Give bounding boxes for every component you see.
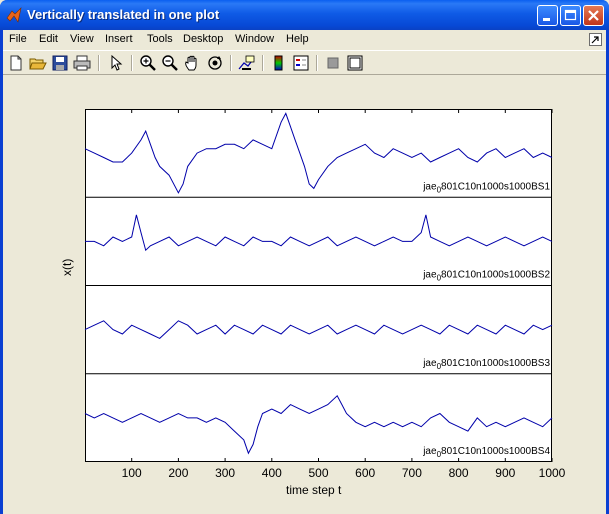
zoom-in-icon bbox=[140, 55, 156, 71]
x-tick-label: 100 bbox=[122, 466, 142, 480]
window-title: Vertically translated in one plot bbox=[27, 7, 220, 22]
maximize-button[interactable] bbox=[560, 5, 581, 26]
toolbar-separator bbox=[316, 55, 318, 71]
pointer-button[interactable] bbox=[107, 54, 125, 72]
zoom-out-icon bbox=[162, 55, 178, 71]
minimize-icon bbox=[543, 18, 550, 21]
series-line-3 bbox=[84, 320, 553, 339]
rotate-3d-button[interactable] bbox=[206, 54, 224, 72]
figure-window: Vertically translated in one plot File E… bbox=[0, 0, 609, 514]
menu-desktop[interactable]: Desktop bbox=[183, 33, 223, 45]
x-tick-label: 400 bbox=[262, 466, 282, 480]
print-icon bbox=[73, 55, 91, 71]
save-icon bbox=[52, 55, 68, 71]
close-icon bbox=[588, 10, 599, 21]
x-tick-label: 700 bbox=[402, 466, 422, 480]
x-tick-label: 300 bbox=[215, 466, 235, 480]
legend-icon bbox=[293, 55, 309, 71]
save-button[interactable] bbox=[51, 54, 69, 72]
menu-file[interactable]: File bbox=[9, 33, 27, 45]
menu-help[interactable]: Help bbox=[286, 33, 309, 45]
show-plot-tools-button[interactable] bbox=[346, 54, 364, 72]
pointer-icon bbox=[111, 54, 123, 71]
series-label-1: jae0801C10n1000s1000BS1 bbox=[422, 181, 550, 194]
dock-figure-button[interactable] bbox=[589, 33, 602, 46]
new-figure-icon bbox=[10, 55, 22, 71]
x-tick-label: 1000 bbox=[539, 466, 566, 480]
show-plot-tools-icon bbox=[347, 55, 363, 71]
menu-tools[interactable]: Tools bbox=[147, 33, 173, 45]
print-button[interactable] bbox=[73, 54, 91, 72]
y-axis-label: x(t) bbox=[60, 258, 74, 276]
open-file-icon bbox=[29, 58, 47, 70]
colorbar-button[interactable] bbox=[270, 54, 288, 72]
minimize-button[interactable] bbox=[537, 5, 558, 26]
x-axis-label: time step t bbox=[286, 483, 342, 497]
line-plot: jae0801C10n1000s1000BS1 jae0801C10n1000s1… bbox=[84, 109, 566, 480]
dock-arrow-icon bbox=[591, 36, 599, 44]
series-line-4 bbox=[84, 394, 553, 455]
open-file-button[interactable] bbox=[29, 54, 47, 72]
menu-insert[interactable]: Insert bbox=[105, 33, 133, 45]
maximize-icon bbox=[564, 9, 577, 21]
pan-button[interactable] bbox=[183, 54, 201, 72]
toolbar-separator bbox=[230, 55, 232, 71]
menu-view[interactable]: View bbox=[70, 33, 94, 45]
menu-edit[interactable]: Edit bbox=[39, 33, 58, 45]
new-figure-button[interactable] bbox=[7, 54, 25, 72]
matlab-logo-icon bbox=[6, 7, 22, 23]
legend-button[interactable] bbox=[292, 54, 310, 72]
menu-bar: File Edit View Insert Tools Desktop Wind… bbox=[3, 30, 606, 50]
hide-plot-tools-button[interactable] bbox=[324, 54, 342, 72]
x-tick-label: 200 bbox=[168, 466, 188, 480]
x-tick-label: 600 bbox=[355, 466, 375, 480]
figure-canvas: jae0801C10n1000s1000BS1 jae0801C10n1000s1… bbox=[3, 76, 606, 514]
pan-icon bbox=[185, 55, 197, 71]
menu-window[interactable]: Window bbox=[235, 33, 274, 45]
x-tick-label: 500 bbox=[308, 466, 328, 480]
rotate-3d-icon bbox=[208, 56, 222, 70]
zoom-out-button[interactable] bbox=[161, 54, 179, 72]
hide-plot-tools-icon bbox=[327, 57, 339, 69]
x-tick-label: 900 bbox=[495, 466, 515, 480]
data-cursor-icon bbox=[238, 55, 255, 70]
x-tick-label: 800 bbox=[449, 466, 469, 480]
toolbar-separator bbox=[98, 55, 100, 71]
close-button[interactable] bbox=[583, 5, 604, 26]
toolbar-separator bbox=[131, 55, 133, 71]
data-cursor-button[interactable] bbox=[238, 54, 256, 72]
zoom-in-button[interactable] bbox=[139, 54, 157, 72]
series-label-2: jae0801C10n1000s1000BS2 bbox=[422, 270, 550, 283]
colorbar-icon bbox=[274, 55, 283, 71]
title-bar[interactable]: Vertically translated in one plot bbox=[0, 0, 609, 30]
figure-toolbar bbox=[3, 50, 606, 75]
series-line-2 bbox=[85, 214, 553, 252]
series-label-4: jae0801C10n1000s1000BS4 bbox=[422, 446, 550, 459]
toolbar-separator bbox=[262, 55, 264, 71]
series-label-3: jae0801C10n1000s1000BS3 bbox=[422, 358, 550, 371]
